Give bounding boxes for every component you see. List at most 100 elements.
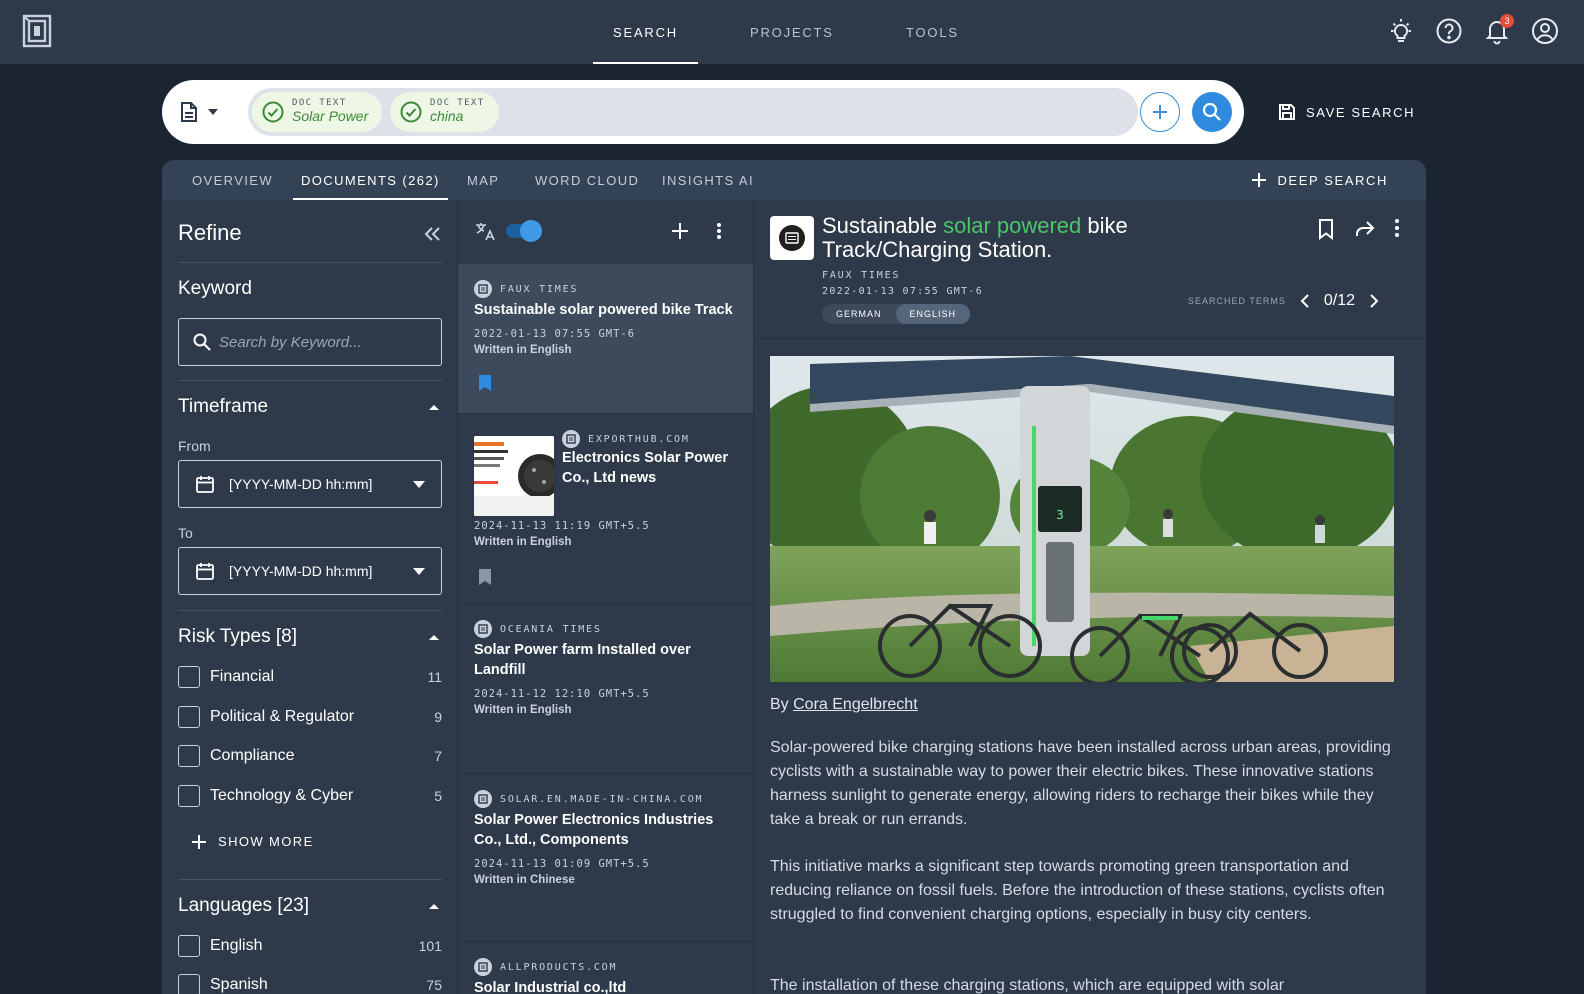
source-name: EXPORTHUB.COM [588,433,690,445]
search-chip[interactable]: DOC TEXT Solar Power [252,92,383,132]
article-paragraph: Solar-powered bike charging stations hav… [770,739,1391,828]
byline: By Cora Engelbrecht [770,696,918,713]
checkbox[interactable] [178,666,200,688]
collapse-panel-icon[interactable] [420,222,444,246]
divider [178,262,442,263]
from-date-picker[interactable]: [YYYY-MM-DD hh:mm] [178,460,442,508]
facet-count: 7 [434,748,442,764]
chevron-right-icon[interactable] [1369,294,1379,308]
highlighted-term: solar powered [943,213,1082,238]
results-tabs-bar: OVERVIEW DOCUMENTS (262) MAP WORD CLOUD … [162,160,1426,200]
from-date-value: [YYYY-MM-DD hh:mm] [229,476,373,492]
language-option-german[interactable]: GERMAN [822,304,896,324]
document-title: Solar Industrial co.,ltd [474,980,627,994]
show-more-button[interactable]: SHOW MORE [192,834,314,849]
nav-tab-tools[interactable]: TOOLS [906,0,959,64]
document-date: 2024-11-12 12:10 GMT+5.5 [474,688,650,700]
add-term-button[interactable] [1140,92,1180,132]
station-display-number: 3 [1056,508,1064,522]
risk-type-political-regulator[interactable]: Political & Regulator 9 [178,704,442,730]
deep-search-button[interactable]: DEEP SEARCH [1251,160,1388,200]
app-logo-icon[interactable] [22,14,52,48]
document-date: 2022-01-13 07:55 GMT-6 [474,328,636,340]
language-english[interactable]: English 101 [178,933,442,959]
checkbox[interactable] [178,706,200,728]
document-list-item[interactable]: OCEANIA TIMES Solar Power farm Installed… [458,604,753,774]
search-query-field[interactable]: DOC TEXT Solar Power DOC TEXT china [248,88,1138,136]
document-icon [181,102,197,122]
share-icon[interactable] [1354,218,1376,240]
to-label: To [178,525,193,541]
to-date-picker[interactable]: [YYYY-MM-DD hh:mm] [178,547,442,595]
help-icon[interactable] [1434,16,1464,46]
bookmark-icon[interactable] [478,568,492,586]
bookmark-outline-icon[interactable] [1316,218,1336,240]
tab-word-cloud[interactable]: WORD CLOUD [535,160,639,200]
document-title: Sustainable solar powered bike Track [474,302,733,318]
author-link[interactable]: Cora Engelbrecht [793,696,918,713]
tab-documents[interactable]: DOCUMENTS (262) [293,160,448,200]
theme-bulb-icon[interactable] [1386,16,1416,46]
more-vertical-icon[interactable] [716,222,722,240]
save-search-button[interactable]: SAVE SEARCH [1278,101,1415,123]
document-type-picker[interactable] [180,98,228,126]
language-spanish[interactable]: Spanish 75 [178,972,442,994]
bookmark-filled-icon[interactable] [478,374,492,392]
translate-toggle[interactable] [506,220,542,242]
chip-value: china [430,108,464,125]
refine-panel: Refine Keyword Timeframe From [YYYY-MM-D… [162,200,458,994]
document-list-item[interactable]: EXPORTHUB.COM Electronics Solar Power Co… [458,414,753,604]
chevron-down-icon [413,481,425,488]
nav-tab-search[interactable]: SEARCH [593,0,698,64]
chevron-down-icon [208,109,218,115]
checkbox-label: English [210,937,263,954]
search-button[interactable] [1192,92,1232,132]
checkbox[interactable] [178,785,200,807]
top-nav-bar: SEARCH PROJECTS TOOLS .navtab.active::af… [0,0,1584,64]
calendar-icon [196,563,214,580]
from-label: From [178,438,211,454]
save-search-label: SAVE SEARCH [1306,104,1416,120]
collapse-caret-icon[interactable] [426,400,442,416]
checkbox[interactable] [178,974,200,994]
checkbox[interactable] [178,935,200,957]
document-list-item[interactable]: SOLAR.EN.MADE-IN-CHINA.COM Solar Power E… [458,774,753,942]
checkbox-label: Technology & Cyber [210,787,354,804]
account-icon[interactable] [1530,16,1560,46]
calendar-icon [196,476,214,493]
document-detail-panel: Sustainable solar powered bike Track/Cha… [754,200,1426,994]
chevron-left-icon[interactable] [1300,294,1310,308]
risk-type-compliance[interactable]: Compliance 7 [178,743,442,769]
source-name: FAUX TIMES [500,283,579,295]
notification-count-badge: 3 [1500,14,1514,28]
tab-insights-ai[interactable]: INSIGHTS AI [662,160,754,200]
risk-type-technology-cyber[interactable]: Technology & Cyber 5 [178,783,442,809]
document-list-item[interactable]: FAUX TIMES Sustainable solar powered bik… [458,264,753,414]
source-name: SOLAR.EN.MADE-IN-CHINA.COM [500,793,704,805]
source-icon [474,280,492,298]
document-language: Written in English [474,704,572,716]
source-icon [474,958,492,976]
search-bar: DOC TEXT Solar Power DOC TEXT china [162,80,1244,144]
chevron-down-icon [413,568,425,575]
source-icon [474,790,492,808]
document-title: Electronics Solar Power Co., Ltd news [562,450,729,486]
keyword-input[interactable] [219,333,429,351]
collapse-caret-icon[interactable] [426,630,442,646]
article-hero-image: 3 [770,356,1394,682]
document-list-item[interactable]: ALLPRODUCTS.COM Solar Industrial co.,ltd [458,942,753,994]
language-option-english[interactable]: ENGLISH [895,304,971,324]
plus-icon[interactable] [672,223,688,239]
collapse-caret-icon[interactable] [426,899,442,915]
checkbox-label: Political & Regulator [210,708,355,725]
more-vertical-icon[interactable] [1394,218,1400,238]
keyword-search-field[interactable] [178,318,442,366]
bell-icon[interactable]: 3 [1482,14,1514,46]
translate-icon[interactable] [474,220,496,242]
nav-tab-projects[interactable]: PROJECTS [750,0,834,64]
tab-overview[interactable]: OVERVIEW [192,160,273,200]
tab-map[interactable]: MAP [467,160,499,200]
risk-type-financial[interactable]: Financial 11 [178,664,442,690]
search-chip[interactable]: DOC TEXT china [390,92,499,132]
checkbox[interactable] [178,745,200,767]
